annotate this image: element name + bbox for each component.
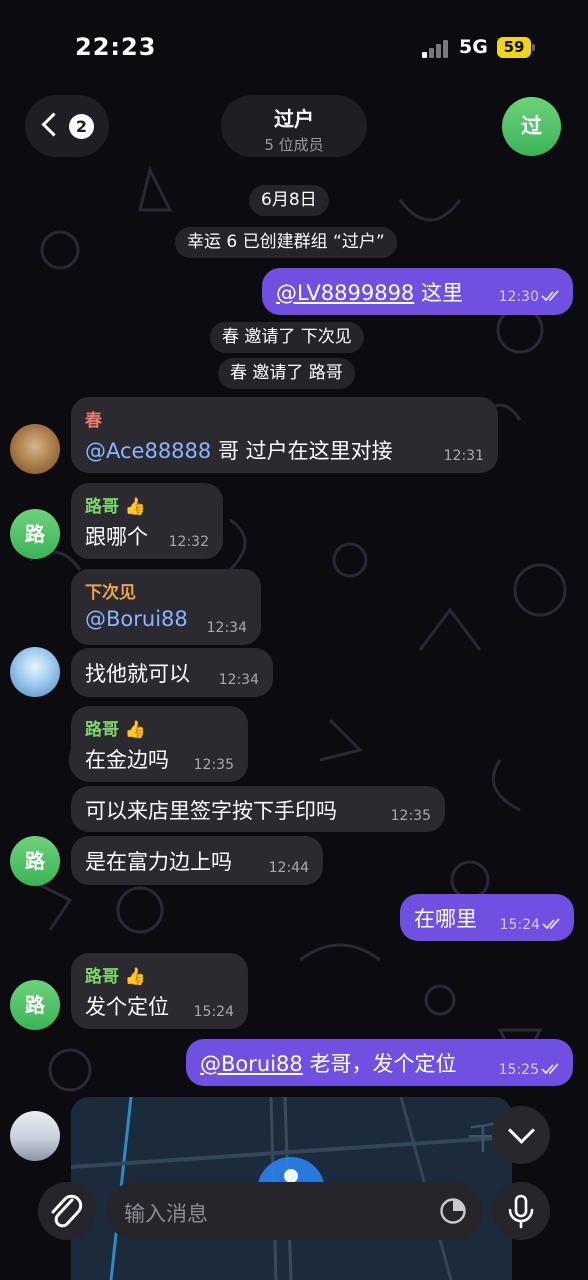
message-text: 跟哪个 — [85, 525, 148, 549]
paperclip-icon — [51, 1194, 83, 1228]
mention-link[interactable]: @Borui88 — [200, 1052, 303, 1076]
avatar-chun[interactable] — [10, 424, 60, 474]
chat-header: 2 过户 5 位成员 过 — [0, 95, 588, 160]
message-bubble-outgoing[interactable]: @Borui88 老哥，发个定位 15:25 — [186, 1039, 573, 1086]
read-receipt-icon — [541, 1063, 559, 1075]
sender-name[interactable]: 下次见 — [85, 578, 136, 603]
mention-link[interactable]: @Borui88 — [85, 607, 188, 631]
message-bubble-incoming[interactable]: 下次见 @Borui88 12:34 — [71, 569, 261, 645]
message-bubble-incoming[interactable]: 路哥 👍 在金边吗 12:35 — [71, 706, 248, 782]
message-bubble-outgoing[interactable]: @LV8899898 这里 12:30 — [262, 268, 573, 315]
unread-count-badge: 2 — [69, 114, 94, 139]
member-count: 5 位成员 — [264, 136, 324, 154]
message-text: 是在富力边上吗 — [85, 850, 232, 874]
chat-title-button[interactable]: 过户 5 位成员 — [221, 95, 367, 157]
sender-name[interactable]: 春 — [85, 406, 102, 431]
message-text: 可以来店里签字按下手印吗 — [85, 799, 337, 823]
message-time: 12:35 — [193, 757, 234, 773]
message-time: 15:24 — [499, 917, 540, 933]
avatar-lu[interactable]: 路 — [10, 509, 60, 559]
chevron-down-icon — [508, 1117, 535, 1144]
message-bubble-incoming[interactable]: 春 @Ace88888 哥 过户在这里对接 12:31 — [71, 397, 498, 473]
read-receipt-icon — [541, 290, 559, 302]
message-text: 找他就可以 — [85, 662, 190, 686]
message-text: 这里 — [414, 281, 463, 305]
message-bubble-incoming[interactable]: 找他就可以 12:34 — [71, 648, 273, 697]
message-input[interactable]: 输入消息 — [106, 1182, 483, 1240]
chat-title: 过户 — [274, 107, 314, 131]
avatar-car[interactable] — [10, 1111, 60, 1161]
message-time: 15:24 — [193, 1004, 234, 1020]
status-bar: 22:23 5G 59 — [0, 0, 588, 95]
battery-icon: 59 — [497, 37, 535, 58]
message-composer: 输入消息 — [0, 1180, 588, 1280]
microphone-icon — [508, 1194, 534, 1229]
sender-name[interactable]: 路哥 👍 — [85, 962, 146, 987]
avatar-xiacijian[interactable] — [10, 647, 60, 697]
message-time: 12:34 — [206, 620, 247, 636]
message-time: 12:30 — [498, 289, 539, 305]
service-message-created: 幸运 6 已创建群组 “过户” — [175, 227, 397, 258]
message-text: 在金边吗 — [85, 748, 169, 772]
avatar-lu[interactable]: 路 — [10, 836, 60, 886]
sender-name[interactable]: 路哥 👍 — [85, 715, 146, 740]
date-separator: 6月8日 — [249, 185, 329, 216]
attach-button[interactable] — [38, 1182, 96, 1240]
chevron-left-icon — [41, 112, 66, 137]
sender-name[interactable]: 路哥 👍 — [85, 492, 146, 517]
message-time: 12:44 — [268, 860, 309, 876]
message-bubble-incoming[interactable]: 是在富力边上吗 12:44 — [71, 836, 323, 885]
service-message-invite: 春 邀请了 路哥 — [218, 358, 355, 389]
message-time: 12:32 — [168, 534, 209, 550]
scroll-down-button[interactable] — [492, 1106, 550, 1164]
microphone-button[interactable] — [492, 1182, 550, 1240]
message-bubble-incoming[interactable]: 可以来店里签字按下手印吗 12:35 — [71, 786, 445, 832]
network-label: 5G — [459, 36, 488, 58]
message-text: 在哪里 — [414, 907, 477, 931]
service-message-invite: 春 邀请了 下次见 — [210, 322, 364, 353]
status-time: 22:23 — [75, 33, 157, 61]
message-text: 哥 过户在这里对接 — [211, 439, 393, 463]
message-text: 发个定位 — [85, 995, 169, 1019]
mention-link[interactable]: @LV8899898 — [276, 281, 414, 305]
message-time: 12:35 — [390, 808, 431, 824]
message-time: 12:34 — [218, 672, 259, 688]
group-avatar[interactable]: 过 — [502, 97, 561, 156]
avatar-lu[interactable]: 路 — [10, 980, 60, 1030]
message-bubble-outgoing[interactable]: 在哪里 15:24 — [400, 894, 574, 941]
back-button[interactable]: 2 — [25, 95, 109, 157]
message-bubble-incoming[interactable]: 路哥 👍 跟哪个 12:32 — [71, 483, 223, 559]
sticker-icon[interactable] — [439, 1197, 467, 1225]
message-text: 老哥，发个定位 — [302, 1052, 457, 1076]
input-placeholder: 输入消息 — [124, 1202, 208, 1226]
message-time: 12:31 — [443, 448, 484, 464]
mention-link[interactable]: @Ace88888 — [85, 439, 211, 463]
signal-icon — [422, 38, 452, 58]
read-receipt-icon — [542, 918, 560, 930]
message-bubble-incoming[interactable]: 路哥 👍 发个定位 15:24 — [71, 953, 248, 1029]
message-time: 15:25 — [498, 1062, 539, 1078]
